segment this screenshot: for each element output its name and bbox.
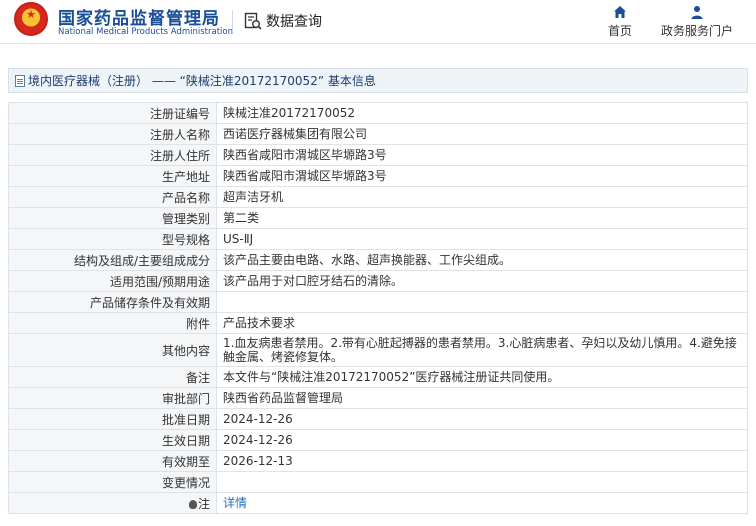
table-row: 生产地址 陕西省咸阳市渭城区毕塬路3号 <box>8 165 748 187</box>
row-label: 型号规格 <box>8 228 217 250</box>
row-label: 产品名称 <box>8 186 217 208</box>
row-label: 其他内容 <box>8 333 217 367</box>
row-value: 陕西省药品监督管理局 <box>216 387 748 409</box>
table-row: 变更情况 <box>8 471 748 493</box>
detail-table: 注册证编号 陕械注准20172170052 注册人名称 西诺医疗器械集团有限公司… <box>8 102 748 514</box>
row-value <box>216 471 748 493</box>
row-label: 结构及组成/主要组成成分 <box>8 249 217 271</box>
details-link[interactable]: 详情 <box>223 496 247 510</box>
site-header: ★ 国家药品监督管理局 National Medical Products Ad… <box>0 0 756 44</box>
table-row: 注册人名称 西诺医疗器械集团有限公司 <box>8 123 748 145</box>
row-label: 批准日期 <box>8 408 217 430</box>
row-label: 备注 <box>8 366 217 388</box>
table-row: 结构及组成/主要组成成分 该产品主要由电路、水路、超声换能器、工作尖组成。 <box>8 249 748 271</box>
row-label: 产品储存条件及有效期 <box>8 291 217 313</box>
row-label: 生效日期 <box>8 429 217 451</box>
header-divider <box>232 10 233 32</box>
row-label-note: 注 <box>8 492 217 514</box>
row-value: 西诺医疗器械集团有限公司 <box>216 123 748 145</box>
table-row: 审批部门 陕西省药品监督管理局 <box>8 387 748 409</box>
row-value: 超声洁牙机 <box>216 186 748 208</box>
data-query-link[interactable]: 数据查询 <box>244 9 322 33</box>
row-label: 附件 <box>8 312 217 334</box>
row-value: 2024-12-26 <box>216 429 748 451</box>
org-name-en: National Medical Products Administration <box>58 27 233 37</box>
nav-service-portal[interactable]: 政务服务门户 <box>652 4 742 39</box>
row-label: 适用范围/预期用途 <box>8 270 217 292</box>
table-row: 产品储存条件及有效期 <box>8 291 748 313</box>
user-icon <box>691 6 703 19</box>
table-row: 注册证编号 陕械注准20172170052 <box>8 102 748 124</box>
record-title-bar: 境内医疗器械（注册） —— “陕械注准20172170052” 基本信息 <box>8 68 748 93</box>
national-emblem-icon: ★ <box>14 2 48 36</box>
row-value: 产品技术要求 <box>216 312 748 334</box>
table-row: 注册人住所 陕西省咸阳市渭城区毕塬路3号 <box>8 144 748 166</box>
row-value: 2024-12-26 <box>216 408 748 430</box>
row-value: 2026-12-13 <box>216 450 748 472</box>
table-row: 生效日期 2024-12-26 <box>8 429 748 451</box>
lightbulb-icon <box>188 499 197 509</box>
record-title: 境内医疗器械（注册） —— “陕械注准20172170052” 基本信息 <box>28 74 376 88</box>
table-row: 产品名称 超声洁牙机 <box>8 186 748 208</box>
row-label: 注册证编号 <box>8 102 217 124</box>
table-row: 型号规格 US-ⅡJ <box>8 228 748 250</box>
row-value: 该产品用于对口腔牙结石的清除。 <box>216 270 748 292</box>
row-value <box>216 291 748 313</box>
row-value: 该产品主要由电路、水路、超声换能器、工作尖组成。 <box>216 249 748 271</box>
data-query-icon <box>244 12 262 30</box>
nav-portal-label: 政务服务门户 <box>660 24 733 38</box>
table-row: 有效期至 2026-12-13 <box>8 450 748 472</box>
nav-home[interactable]: 首页 <box>600 4 640 39</box>
table-row: 批准日期 2024-12-26 <box>8 408 748 430</box>
note-label: 注 <box>197 496 210 511</box>
row-value: 第二类 <box>216 207 748 229</box>
row-label: 生产地址 <box>8 165 217 187</box>
row-value: 陕西省咸阳市渭城区毕塬路3号 <box>216 165 748 187</box>
table-row: 管理类别 第二类 <box>8 207 748 229</box>
table-row: 注 详情 <box>8 492 748 514</box>
data-query-label: 数据查询 <box>266 14 322 30</box>
table-row: 其他内容 1.血友病患者禁用。2.带有心脏起搏器的患者禁用。3.心脏病患者、孕妇… <box>8 333 748 367</box>
row-label: 注册人名称 <box>8 123 217 145</box>
nav-home-label: 首页 <box>607 24 632 38</box>
home-icon <box>614 6 626 18</box>
table-row: 备注 本文件与“陕械注准20172170052”医疗器械注册证共同使用。 <box>8 366 748 388</box>
row-value: 本文件与“陕械注准20172170052”医疗器械注册证共同使用。 <box>216 366 748 388</box>
row-label: 审批部门 <box>8 387 217 409</box>
row-label: 有效期至 <box>8 450 217 472</box>
row-value: 陕西省咸阳市渭城区毕塬路3号 <box>216 144 748 166</box>
org-name-cn: 国家药品监督管理局 <box>58 9 220 29</box>
row-value: US-ⅡJ <box>216 228 748 250</box>
document-icon <box>15 74 25 87</box>
row-label: 注册人住所 <box>8 144 217 166</box>
row-label: 变更情况 <box>8 471 217 493</box>
table-row: 附件 产品技术要求 <box>8 312 748 334</box>
row-label: 管理类别 <box>8 207 217 229</box>
row-value: 1.血友病患者禁用。2.带有心脏起搏器的患者禁用。3.心脏病患者、孕妇以及幼儿慎… <box>216 333 748 367</box>
row-value: 陕械注准20172170052 <box>216 102 748 124</box>
table-row: 适用范围/预期用途 该产品用于对口腔牙结石的清除。 <box>8 270 748 292</box>
row-value: 详情 <box>216 492 748 514</box>
